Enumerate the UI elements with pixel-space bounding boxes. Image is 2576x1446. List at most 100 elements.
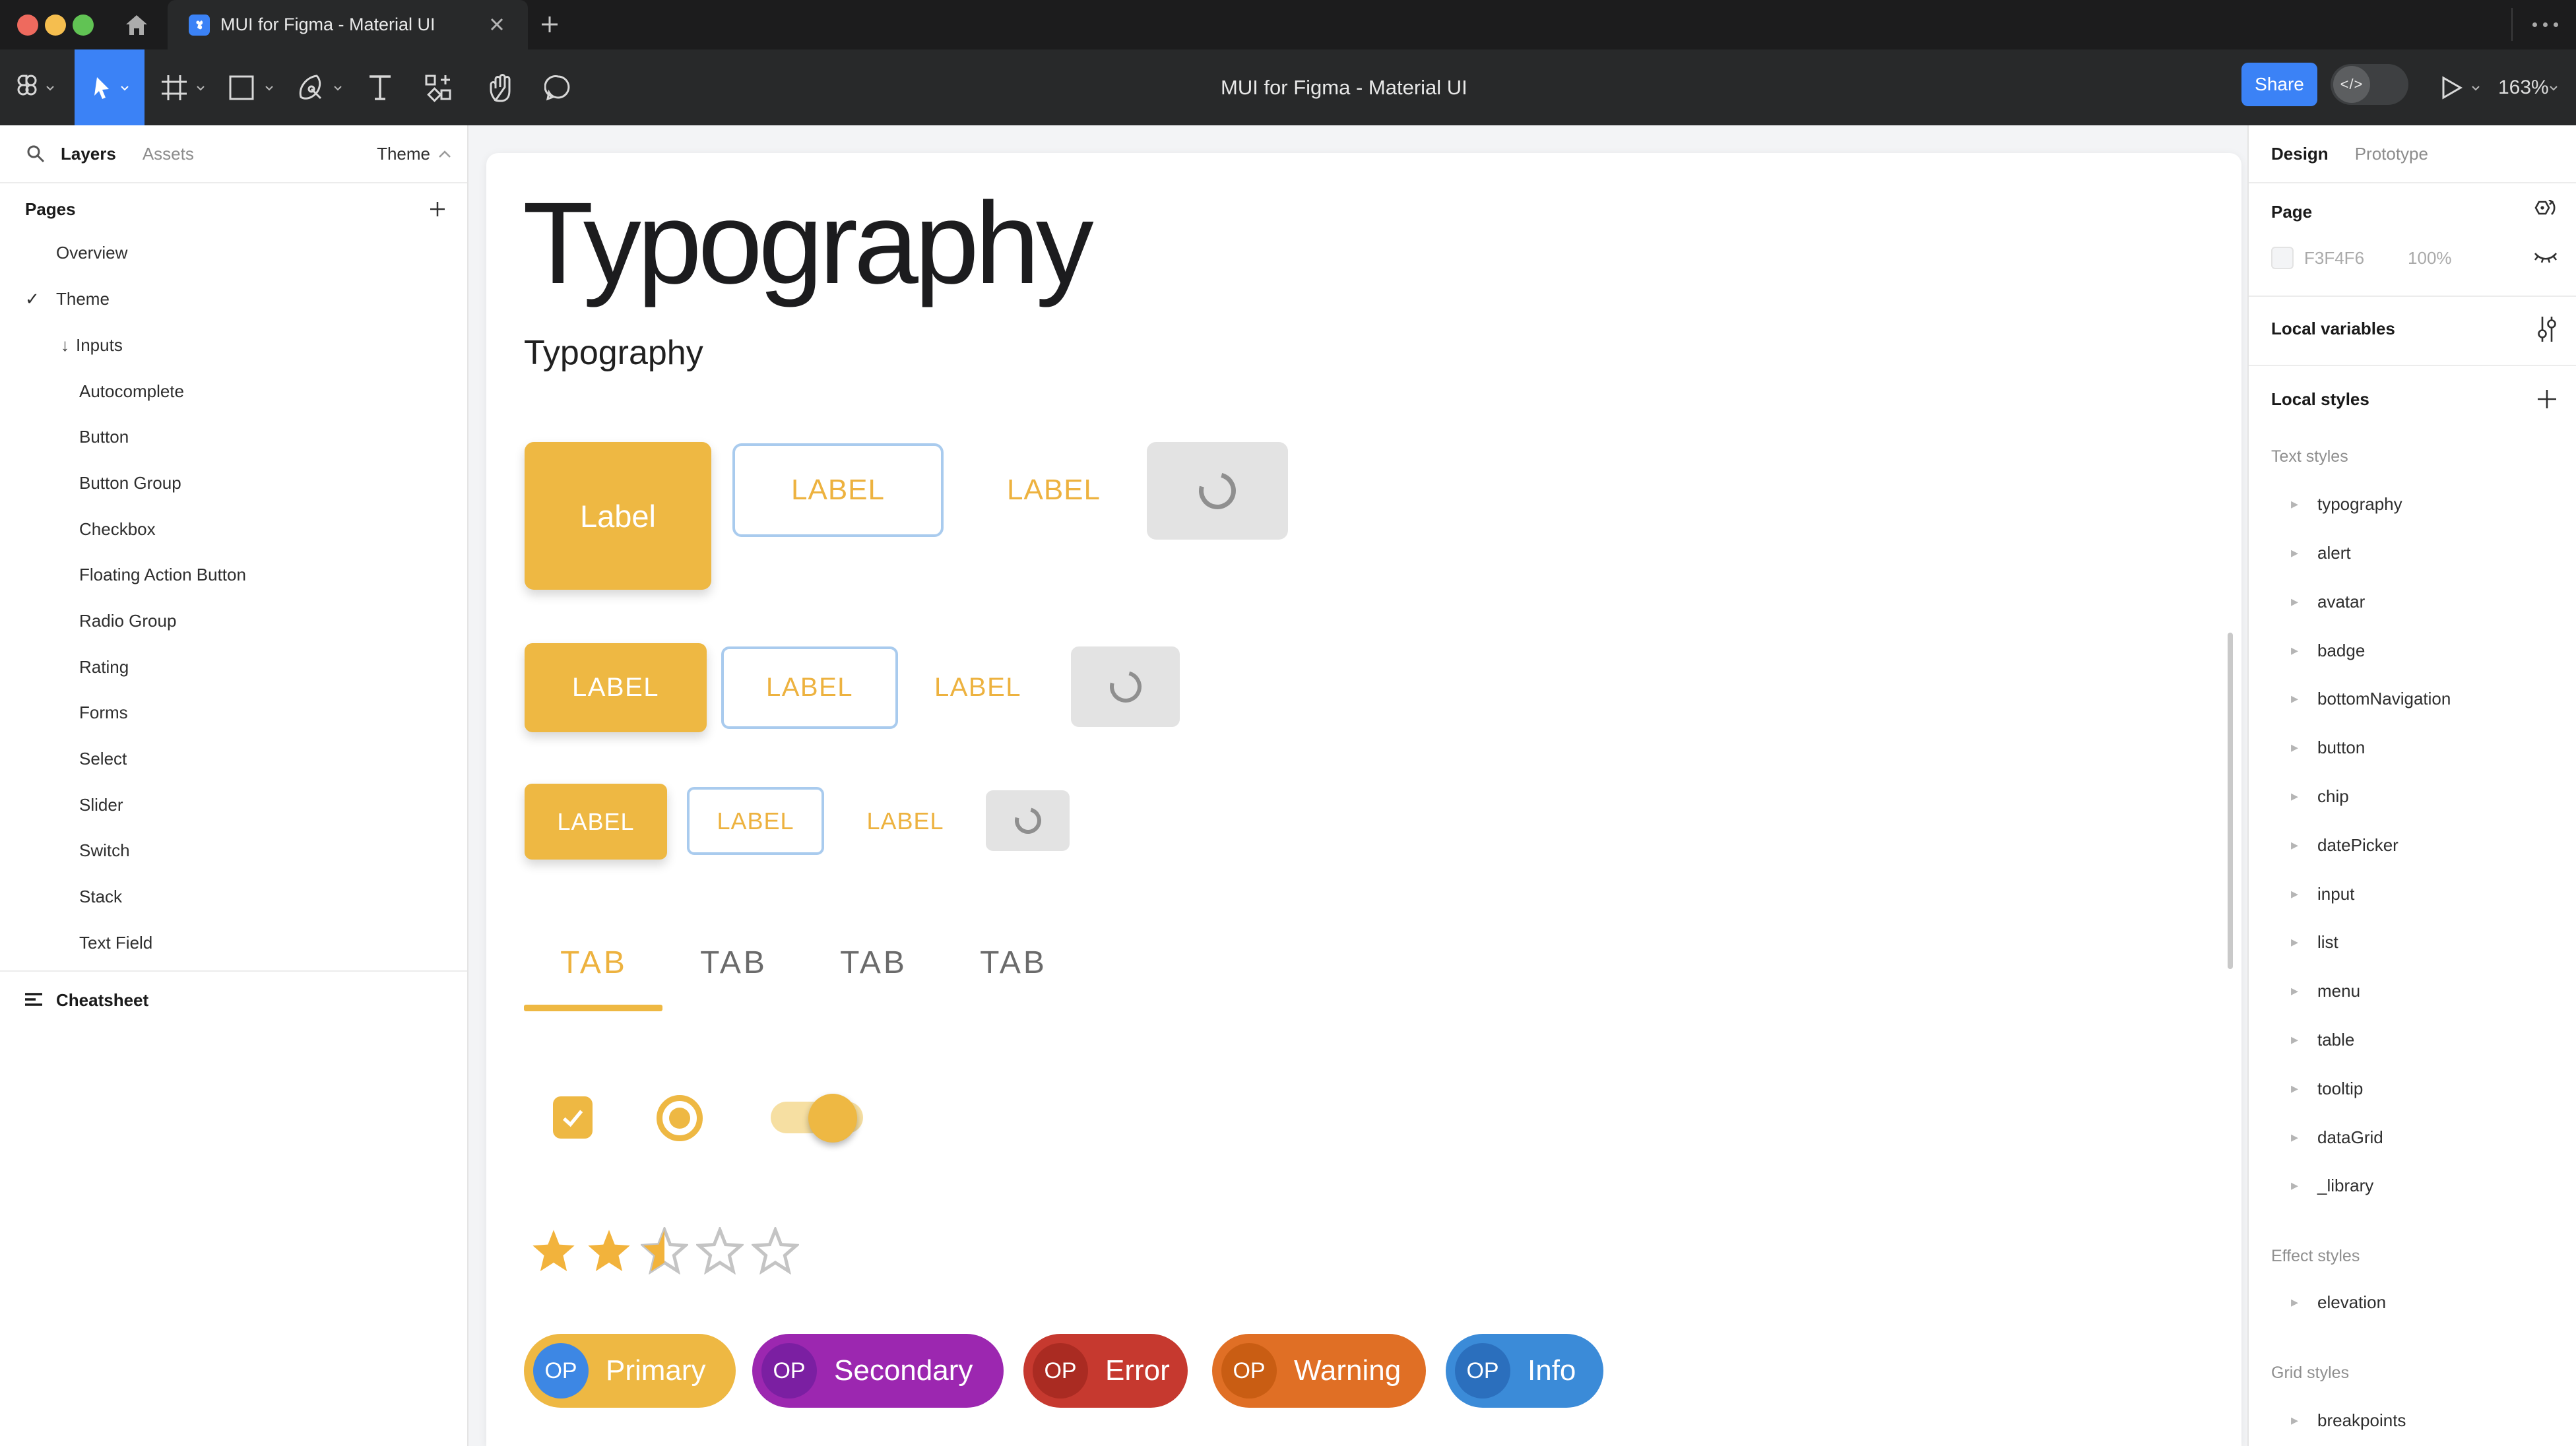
- tab-3[interactable]: TAB: [804, 941, 944, 985]
- sidebar-page-theme[interactable]: ✓Theme: [0, 276, 467, 322]
- button-contained-small[interactable]: LABEL: [525, 784, 667, 860]
- caret-right-icon[interactable]: ▸: [2291, 1031, 2298, 1048]
- styles-icon[interactable]: [2532, 200, 2558, 224]
- caret-right-icon[interactable]: ▸: [2291, 1129, 2298, 1146]
- sidebar-page-overview[interactable]: Overview: [0, 230, 467, 276]
- collapse-chevron-icon[interactable]: [438, 150, 451, 158]
- tab-prototype[interactable]: Prototype: [2355, 144, 2428, 164]
- chip-warning[interactable]: OP Warning: [1212, 1334, 1426, 1408]
- tab-layers[interactable]: Layers: [61, 144, 116, 164]
- tab-4[interactable]: TAB: [944, 941, 1083, 985]
- canvas[interactable]: Typography Typography Label LABEL LABEL …: [468, 125, 2247, 1446]
- typography-frame[interactable]: Typography Typography Label LABEL LABEL …: [486, 153, 2241, 1446]
- sidebar-page-radio-group[interactable]: Radio Group: [0, 598, 467, 644]
- style-row-input[interactable]: ▸input: [2249, 871, 2576, 917]
- sidebar-item-cheatsheet[interactable]: Cheatsheet: [0, 977, 467, 1023]
- style-row-bottomnavigation[interactable]: ▸bottomNavigation: [2249, 676, 2576, 722]
- sidebar-page-button[interactable]: Button: [0, 414, 467, 460]
- caret-right-icon[interactable]: ▸: [2291, 1294, 2298, 1311]
- current-page-indicator[interactable]: Theme: [377, 144, 430, 164]
- button-outlined-medium[interactable]: LABEL: [721, 646, 898, 729]
- sidebar-page-stack[interactable]: Stack: [0, 873, 467, 920]
- caret-right-icon[interactable]: ▸: [2291, 1412, 2298, 1429]
- sidebar-page-floating-action-button[interactable]: Floating Action Button: [0, 551, 467, 598]
- style-row-list[interactable]: ▸list: [2249, 919, 2576, 965]
- switch-thumb-on[interactable]: [808, 1094, 857, 1143]
- style-row-typography[interactable]: ▸typography: [2249, 481, 2576, 527]
- button-outlined-large[interactable]: LABEL: [732, 443, 944, 537]
- caret-right-icon[interactable]: ▸: [2291, 642, 2298, 659]
- shape-tool-chevron-icon[interactable]: [261, 49, 277, 125]
- button-contained-medium[interactable]: LABEL: [525, 643, 707, 732]
- text-tool-icon[interactable]: [364, 49, 396, 125]
- style-row-avatar[interactable]: ▸avatar: [2249, 579, 2576, 625]
- zoom-level[interactable]: 163%: [2498, 49, 2549, 125]
- eye-hidden-icon[interactable]: [2533, 250, 2558, 266]
- style-row-library[interactable]: ▸_library: [2249, 1162, 2576, 1209]
- sidebar-page-button-group[interactable]: Button Group: [0, 460, 467, 506]
- search-icon[interactable]: [25, 143, 46, 164]
- style-row-datagrid[interactable]: ▸dataGrid: [2249, 1114, 2576, 1160]
- star-empty-icon[interactable]: [696, 1227, 744, 1274]
- rating-2-5-stars[interactable]: [530, 1227, 799, 1274]
- chip-info[interactable]: OP Info: [1446, 1334, 1603, 1408]
- sidebar-page-text-field[interactable]: Text Field: [0, 920, 467, 966]
- share-button[interactable]: Share: [2241, 63, 2317, 106]
- add-page-icon[interactable]: [428, 186, 447, 232]
- button-text-large[interactable]: LABEL: [994, 443, 1113, 537]
- style-row-alert[interactable]: ▸alert: [2249, 530, 2576, 576]
- main-menu-chevron-icon[interactable]: [42, 49, 58, 125]
- dev-mode-toggle[interactable]: </>: [2331, 64, 2408, 105]
- file-tab[interactable]: MUI for Figma - Material UI: [168, 0, 528, 49]
- sidebar-page-slider[interactable]: Slider: [0, 782, 467, 828]
- chip-error[interactable]: OP Error: [1023, 1334, 1188, 1408]
- sidebar-page-switch[interactable]: Switch: [0, 827, 467, 873]
- style-row-table[interactable]: ▸table: [2249, 1017, 2576, 1063]
- maximize-window-button[interactable]: [73, 15, 94, 36]
- caret-right-icon[interactable]: ▸: [2291, 1080, 2298, 1097]
- style-row-badge[interactable]: ▸badge: [2249, 627, 2576, 674]
- page-color-swatch[interactable]: [2271, 247, 2294, 269]
- pen-tool-icon[interactable]: [296, 49, 327, 125]
- shape-tool-icon[interactable]: [226, 49, 257, 125]
- sidebar-page-rating[interactable]: Rating: [0, 644, 467, 690]
- radio-selected[interactable]: [657, 1095, 703, 1141]
- caret-right-icon[interactable]: ▸: [2291, 788, 2298, 805]
- frame-tool-chevron-icon[interactable]: [193, 49, 209, 125]
- sidebar-page-forms[interactable]: Forms: [0, 689, 467, 736]
- style-row-tooltip[interactable]: ▸tooltip: [2249, 1065, 2576, 1112]
- caret-right-icon[interactable]: ▸: [2291, 933, 2298, 951]
- minimize-window-button[interactable]: [45, 15, 66, 36]
- checkbox-checked[interactable]: [553, 1096, 593, 1139]
- tab-2[interactable]: TAB: [664, 941, 804, 985]
- button-outlined-small[interactable]: LABEL: [687, 787, 824, 855]
- page-color-opacity[interactable]: 100%: [2408, 248, 2452, 268]
- close-window-button[interactable]: [17, 15, 38, 36]
- caret-right-icon[interactable]: ▸: [2291, 593, 2298, 610]
- button-contained-large[interactable]: Label: [525, 442, 711, 590]
- close-tab-icon[interactable]: [488, 16, 505, 33]
- chip-secondary[interactable]: OP Secondary: [752, 1334, 1004, 1408]
- caret-right-icon[interactable]: ▸: [2291, 982, 2298, 999]
- frame-tool-icon[interactable]: [158, 49, 190, 125]
- comment-tool-icon[interactable]: [542, 49, 574, 125]
- style-row-datepicker[interactable]: ▸datePicker: [2249, 822, 2576, 868]
- button-text-medium[interactable]: LABEL: [922, 646, 1034, 729]
- caret-right-icon[interactable]: ▸: [2291, 739, 2298, 756]
- add-style-icon[interactable]: [2536, 388, 2558, 410]
- tab-1-active[interactable]: TAB: [524, 941, 664, 985]
- home-icon[interactable]: [124, 13, 149, 38]
- present-icon[interactable]: [2436, 49, 2468, 125]
- button-loading-medium[interactable]: [1071, 646, 1180, 727]
- new-tab-icon[interactable]: [540, 15, 560, 34]
- tab-assets[interactable]: Assets: [143, 144, 194, 164]
- button-text-small[interactable]: LABEL: [856, 787, 955, 855]
- pen-tool-chevron-icon[interactable]: [330, 49, 346, 125]
- sidebar-page-select[interactable]: Select: [0, 736, 467, 782]
- hand-tool-icon[interactable]: [486, 49, 517, 125]
- tab-design[interactable]: Design: [2271, 144, 2329, 164]
- style-row-breakpoints[interactable]: ▸breakpoints: [2249, 1397, 2576, 1443]
- sidebar-page-checkbox[interactable]: Checkbox: [0, 506, 467, 552]
- move-tool-selected[interactable]: [75, 49, 145, 125]
- button-loading-large[interactable]: [1147, 442, 1288, 540]
